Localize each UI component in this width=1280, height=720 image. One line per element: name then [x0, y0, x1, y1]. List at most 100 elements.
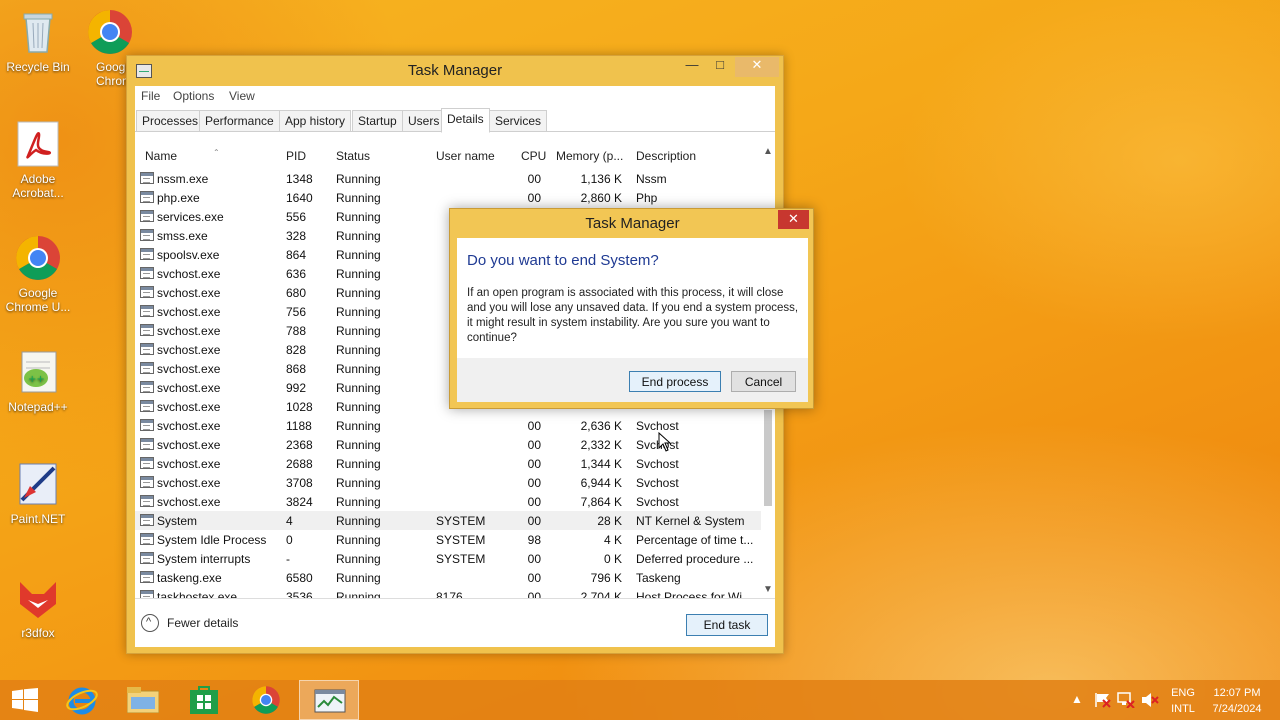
input-language-indicator[interactable]: ENG INTL	[1165, 685, 1201, 717]
process-status: Running	[336, 590, 381, 598]
desktop-icon-google-chrome-update[interactable]: Google Chrome U...	[0, 234, 76, 314]
table-row[interactable]: taskhostex.exe 3536 Running 8176 00 2,704 K Ho…	[135, 587, 761, 598]
process-name: svchost.exe	[157, 476, 221, 490]
table-row[interactable]: svchost.exe 3824 Running 00 7,864 K Svchost	[135, 492, 761, 511]
desktop-icon-adobe-acrobat[interactable]: Adobe Acrobat...	[0, 120, 76, 200]
process-status: Running	[336, 362, 381, 376]
network-icon[interactable]	[1117, 692, 1135, 708]
table-row[interactable]: System interrupts - Running SYSTEM 00 0 K Defe…	[135, 549, 761, 568]
menu-file[interactable]: File	[141, 89, 160, 103]
scroll-up-icon[interactable]: ▲	[763, 146, 773, 157]
process-icon	[140, 590, 154, 598]
tab-strip: Processes Performance App history Startu…	[135, 108, 775, 133]
process-cpu: 00	[527, 438, 541, 452]
process-pid: 2368	[286, 438, 313, 452]
dialog-close-button[interactable]: ✕	[778, 210, 809, 229]
show-hidden-icons-icon[interactable]: ▲	[1071, 692, 1083, 706]
window-titlebar[interactable]: Task Manager — □ ✕	[127, 56, 783, 86]
process-status: Running	[336, 457, 381, 471]
start-button[interactable]	[0, 680, 50, 720]
tab-services[interactable]: Services	[489, 110, 548, 132]
keyboard-layout-label: INTL	[1171, 703, 1195, 715]
desktop-icon-notepad-plus-plus[interactable]: ++ Notepad++	[0, 348, 76, 414]
taskbar-internet-explorer[interactable]	[52, 680, 112, 720]
tab-details[interactable]: Details	[441, 108, 490, 133]
process-user: SYSTEM	[436, 552, 486, 566]
clock[interactable]: 12:07 PM 7/24/2024	[1205, 685, 1269, 717]
column-header-description[interactable]: Description	[636, 149, 696, 163]
process-status: Running	[336, 400, 381, 414]
tab-users[interactable]: Users	[402, 110, 446, 132]
tab-startup[interactable]: Startup	[352, 110, 403, 132]
process-name: spoolsv.exe	[157, 248, 220, 262]
scroll-down-icon[interactable]: ▼	[763, 584, 773, 595]
process-status: Running	[336, 476, 381, 490]
table-row[interactable]: svchost.exe 3708 Running 00 6,944 K Svchost	[135, 473, 761, 492]
process-memory: 2,860 K	[580, 191, 622, 205]
process-icon	[140, 381, 154, 393]
desktop-icon-label: Recycle Bin	[6, 60, 70, 74]
process-description: NT Kernel & System	[636, 514, 745, 528]
process-icon	[140, 210, 154, 222]
minimize-button[interactable]: —	[679, 57, 705, 77]
menu-options[interactable]: Options	[173, 89, 214, 103]
process-pid: 1028	[286, 400, 313, 414]
table-row[interactable]: taskeng.exe 6580 Running 00 796 K Taskeng	[135, 568, 761, 587]
desktop-icon-r3dfox[interactable]: r3dfox	[0, 574, 76, 640]
cancel-button[interactable]: Cancel	[731, 371, 796, 392]
desktop-icon-paint-net[interactable]: Paint.NET	[0, 460, 76, 526]
process-cpu: 00	[527, 571, 541, 585]
process-memory: 1,344 K	[580, 457, 622, 471]
table-row[interactable]: php.exe 1640 Running 00 2,860 K Php	[135, 188, 761, 207]
process-cpu: 00	[527, 457, 541, 471]
tab-app-history[interactable]: App history	[279, 110, 352, 132]
process-description: Php	[636, 191, 658, 205]
table-row[interactable]: System 4 Running SYSTEM 00 28 K NT Kernel & Sy…	[135, 511, 761, 530]
taskbar-chrome[interactable]	[236, 680, 296, 720]
process-status: Running	[336, 229, 381, 243]
table-row[interactable]: nssm.exe 1348 Running 00 1,136 K Nssm	[135, 169, 761, 188]
column-header-name[interactable]: Name ⌃	[145, 148, 220, 163]
end-process-button[interactable]: End process	[629, 371, 721, 392]
table-row[interactable]: System Idle Process 0 Running SYSTEM 98 4 K Pe…	[135, 530, 761, 549]
table-row[interactable]: svchost.exe 2688 Running 00 1,344 K Svchost	[135, 454, 761, 473]
task-manager-icon	[314, 689, 346, 713]
maximize-button[interactable]: □	[707, 57, 733, 77]
process-icon	[140, 172, 154, 184]
action-center-flag-icon[interactable]	[1094, 692, 1112, 708]
process-status: Running	[336, 438, 381, 452]
chrome-icon	[14, 234, 62, 282]
column-header-status[interactable]: Status	[336, 149, 370, 163]
process-pid: 6580	[286, 571, 313, 585]
column-header-user-name[interactable]: User name	[436, 149, 495, 163]
close-button[interactable]: ✕	[735, 57, 779, 77]
tab-processes[interactable]: Processes	[136, 110, 205, 132]
process-name: svchost.exe	[157, 457, 221, 471]
process-description: Nssm	[636, 172, 667, 186]
process-description: Svchost	[636, 495, 679, 509]
process-description: Svchost	[636, 476, 679, 490]
fewer-details-button[interactable]: Fewer details	[141, 613, 261, 635]
process-pid: 828	[286, 343, 307, 357]
scrollbar-thumb[interactable]	[764, 410, 772, 506]
volume-muted-icon[interactable]	[1141, 692, 1159, 708]
taskbar-file-explorer[interactable]	[113, 680, 173, 720]
process-name: svchost.exe	[157, 305, 221, 319]
process-pid: 680	[286, 286, 307, 300]
taskbar-store[interactable]	[174, 680, 234, 720]
column-header-memory[interactable]: Memory (p...	[556, 149, 623, 163]
process-name: svchost.exe	[157, 286, 221, 300]
tab-performance[interactable]: Performance	[199, 110, 280, 132]
process-icon	[140, 476, 154, 488]
column-header-cpu[interactable]: CPU	[521, 149, 546, 163]
column-header-pid[interactable]: PID	[286, 149, 306, 163]
desktop-icon-recycle-bin[interactable]: Recycle Bin	[0, 8, 76, 74]
process-icon	[140, 495, 154, 507]
menu-view[interactable]: View	[229, 89, 255, 103]
taskbar-task-manager[interactable]	[299, 680, 359, 720]
process-description: Percentage of time t...	[636, 533, 754, 547]
process-cpu: 00	[527, 476, 541, 490]
process-status: Running	[336, 343, 381, 357]
end-task-button[interactable]: End task	[686, 614, 768, 636]
process-user: SYSTEM	[436, 533, 486, 547]
